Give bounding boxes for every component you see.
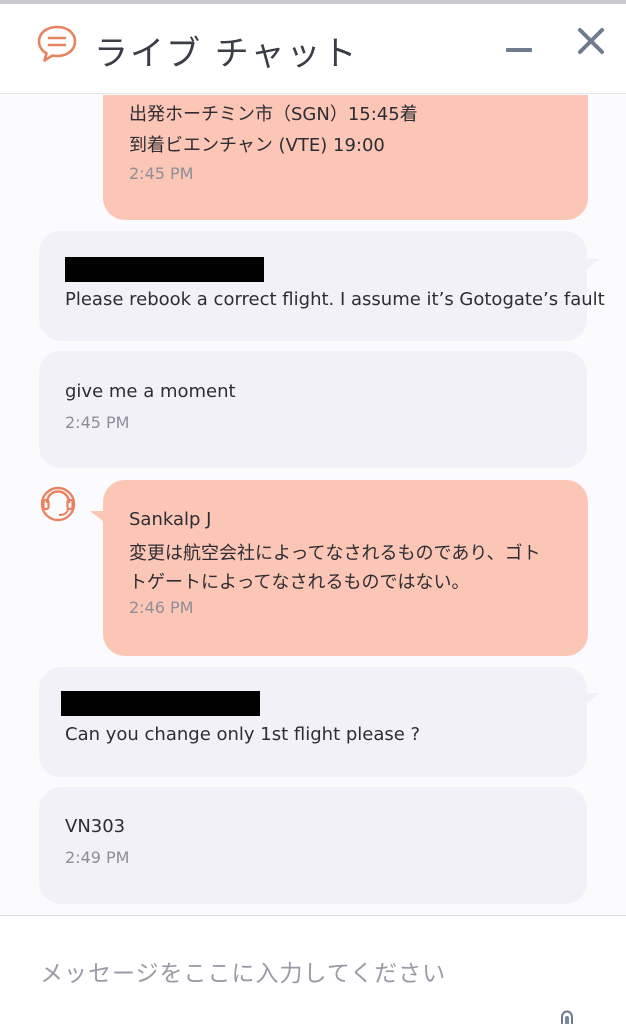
redacted-sender bbox=[65, 257, 264, 282]
redacted-sender bbox=[61, 691, 260, 716]
chat-bubble-icon bbox=[37, 25, 77, 62]
message-text: 到着ビエンチャン (VTE) 19:00 bbox=[129, 135, 385, 156]
message-text: give me a moment bbox=[65, 381, 236, 402]
chat-header: ライブ チャット bbox=[0, 4, 626, 94]
message-text: 出発ホーチミン市（SGN）15:45着 bbox=[129, 104, 418, 125]
message-text: VN303 bbox=[65, 816, 126, 837]
minimize-icon bbox=[506, 48, 532, 52]
close-button[interactable] bbox=[576, 26, 606, 56]
user-message bbox=[39, 231, 587, 341]
message-timestamp: 2:46 PM bbox=[129, 598, 194, 617]
agent-sender-name: Sankalp J bbox=[129, 509, 212, 530]
agent-avatar-icon bbox=[40, 486, 76, 522]
bubble-tail bbox=[582, 693, 600, 707]
close-icon bbox=[578, 28, 604, 54]
attachment-icon[interactable] bbox=[556, 1010, 578, 1024]
message-composer bbox=[0, 915, 626, 1024]
minimize-button[interactable] bbox=[506, 34, 536, 64]
message-timestamp: 2:45 PM bbox=[65, 413, 130, 432]
message-timestamp: 2:49 PM bbox=[65, 848, 130, 867]
user-message bbox=[39, 351, 587, 468]
message-text: 変更は航空会社によってなされるものであり、ゴト bbox=[129, 543, 541, 564]
message-list[interactable]: 出発ホーチミン市（SGN）15:45着 到着ビエンチャン (VTE) 19:00… bbox=[0, 95, 626, 915]
live-chat-window: ライブ チャット 出発ホーチミン市（SGN）15:45着 到着ビエンチャン (V… bbox=[0, 0, 626, 1024]
message-timestamp: 2:45 PM bbox=[129, 164, 194, 183]
message-text: Can you change only 1st flight please ? bbox=[65, 724, 421, 745]
message-text: トゲートによってなされるものではない。 bbox=[129, 572, 470, 593]
user-message bbox=[39, 667, 587, 777]
chat-title: ライブ チャット bbox=[94, 34, 359, 74]
bubble-tail bbox=[582, 259, 600, 273]
message-text: Please rebook a correct flight. I assume… bbox=[65, 289, 605, 310]
user-message bbox=[39, 787, 587, 904]
message-input[interactable] bbox=[0, 916, 626, 1024]
